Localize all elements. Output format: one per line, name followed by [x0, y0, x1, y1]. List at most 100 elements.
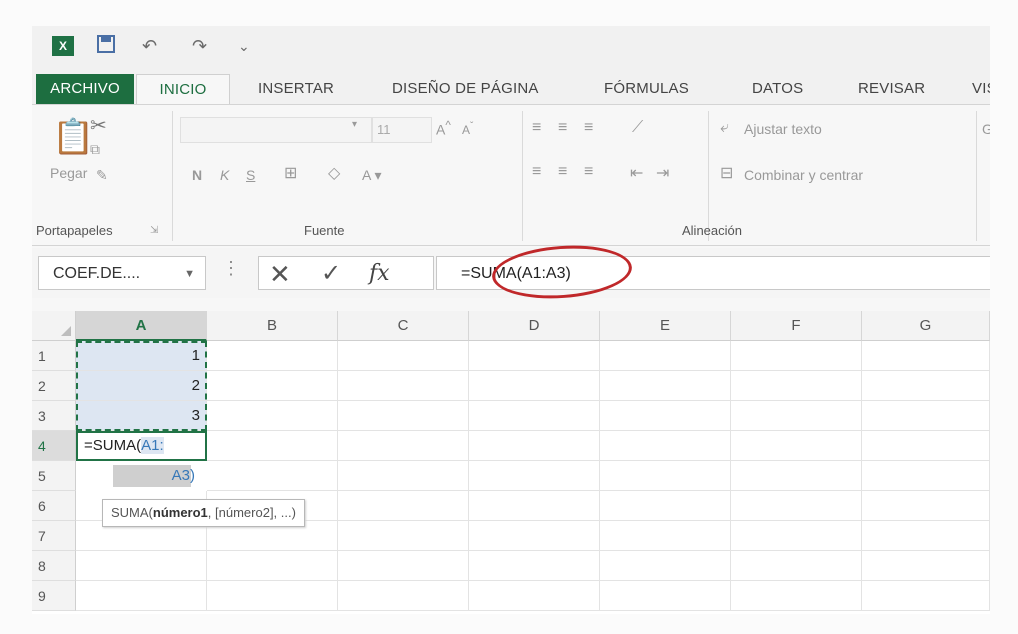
cell[interactable]: [600, 581, 731, 611]
wrap-text-icon[interactable]: ⤶: [720, 119, 729, 137]
row-header[interactable]: 2: [32, 371, 76, 401]
align-center-icon[interactable]: ≡: [558, 163, 567, 181]
cell[interactable]: [469, 371, 600, 401]
fill-color-icon[interactable]: ◇: [328, 163, 340, 183]
tab-diseno-pagina[interactable]: DISEÑO DE PÁGINA: [392, 74, 539, 104]
format-painter-icon[interactable]: ✎: [96, 167, 108, 184]
cell[interactable]: [731, 521, 862, 551]
cell[interactable]: [338, 551, 469, 581]
copy-icon[interactable]: ⧉: [90, 141, 100, 158]
cell[interactable]: [731, 581, 862, 611]
paste-icon[interactable]: 📋: [52, 117, 94, 157]
cell[interactable]: [731, 491, 862, 521]
cell[interactable]: [338, 581, 469, 611]
cell[interactable]: [207, 431, 338, 461]
name-box[interactable]: COEF.DE.... ▼: [38, 256, 206, 290]
cell[interactable]: [469, 401, 600, 431]
column-header[interactable]: G: [862, 311, 990, 341]
cell[interactable]: [469, 551, 600, 581]
font-color-icon[interactable]: A ▾: [362, 167, 381, 184]
row-header[interactable]: 4: [32, 431, 76, 461]
align-middle-icon[interactable]: ≡: [558, 119, 567, 137]
grow-font-icon[interactable]: A^: [436, 119, 451, 138]
row-header[interactable]: 6: [32, 491, 76, 521]
column-header[interactable]: D: [469, 311, 600, 341]
tab-insertar[interactable]: INSERTAR: [258, 74, 334, 104]
cell[interactable]: [207, 551, 338, 581]
column-header[interactable]: B: [207, 311, 338, 341]
font-size-box[interactable]: 11: [372, 117, 432, 143]
align-left-icon[interactable]: ≡: [532, 163, 541, 181]
save-icon[interactable]: [96, 34, 116, 60]
cell[interactable]: [338, 521, 469, 551]
cell[interactable]: [469, 491, 600, 521]
formula-bar-grip-icon[interactable]: ⋮: [222, 258, 240, 279]
tab-datos[interactable]: DATOS: [752, 74, 803, 104]
cell[interactable]: [862, 461, 990, 491]
column-header[interactable]: C: [338, 311, 469, 341]
cell[interactable]: [600, 551, 731, 581]
cell[interactable]: [600, 341, 731, 371]
cell[interactable]: [338, 431, 469, 461]
orientation-icon[interactable]: ⟋: [632, 119, 643, 137]
cell[interactable]: [731, 401, 862, 431]
column-header[interactable]: A: [76, 311, 207, 341]
row-header[interactable]: 1: [32, 341, 76, 371]
redo-icon[interactable]: ↷: [192, 34, 207, 58]
tab-revisar[interactable]: REVISAR: [858, 74, 925, 104]
merge-center-button[interactable]: Combinar y centrar: [744, 167, 863, 183]
cell[interactable]: [469, 341, 600, 371]
cell[interactable]: [338, 461, 469, 491]
italic-button[interactable]: K: [220, 167, 229, 183]
chevron-down-icon[interactable]: ▾: [352, 119, 357, 130]
cell[interactable]: [600, 521, 731, 551]
cell[interactable]: [862, 371, 990, 401]
cell[interactable]: [862, 341, 990, 371]
tab-vista[interactable]: VIS: [972, 74, 990, 104]
active-cell-editor[interactable]: =SUMA(A1:: [76, 431, 207, 461]
insert-function-button[interactable]: fx: [369, 257, 390, 291]
cell[interactable]: [731, 341, 862, 371]
decrease-indent-icon[interactable]: ⇤: [630, 163, 643, 183]
cell[interactable]: [731, 551, 862, 581]
cell[interactable]: [338, 341, 469, 371]
row-header[interactable]: 5: [32, 461, 76, 491]
cell[interactable]: [600, 431, 731, 461]
cell[interactable]: [207, 401, 338, 431]
cell[interactable]: [207, 581, 338, 611]
wrap-text-button[interactable]: Ajustar texto: [744, 121, 822, 137]
cell[interactable]: [862, 551, 990, 581]
row-header[interactable]: 7: [32, 521, 76, 551]
cell[interactable]: [338, 401, 469, 431]
cut-icon[interactable]: ✂: [90, 113, 107, 138]
row-header[interactable]: 3: [32, 401, 76, 431]
worksheet-grid[interactable]: A B C D E F G 1 2 3 4 5 6 7 8 9 1 2 3 =S…: [32, 311, 990, 614]
select-all-button[interactable]: [32, 311, 76, 341]
cell[interactable]: [862, 431, 990, 461]
font-name-box[interactable]: [180, 117, 372, 143]
cell[interactable]: [862, 491, 990, 521]
cell[interactable]: [600, 491, 731, 521]
underline-button[interactable]: S: [246, 167, 255, 183]
cell[interactable]: [207, 461, 338, 491]
cell[interactable]: [76, 581, 207, 611]
cell[interactable]: [600, 371, 731, 401]
align-bottom-icon[interactable]: ≡: [584, 119, 593, 137]
cell[interactable]: [731, 461, 862, 491]
cell[interactable]: [207, 371, 338, 401]
cell[interactable]: [862, 521, 990, 551]
cell[interactable]: [600, 461, 731, 491]
cell[interactable]: [862, 581, 990, 611]
align-top-icon[interactable]: ≡: [532, 119, 541, 137]
chevron-down-icon[interactable]: ▼: [184, 257, 195, 291]
bold-button[interactable]: N: [192, 167, 202, 183]
undo-icon[interactable]: ↶: [142, 34, 157, 58]
align-right-icon[interactable]: ≡: [584, 163, 593, 181]
cell[interactable]: [207, 341, 338, 371]
tab-formulas[interactable]: FÓRMULAS: [604, 74, 689, 104]
dialog-launcher-icon[interactable]: ⇲: [150, 225, 158, 236]
cancel-button[interactable]: ✕: [269, 257, 291, 291]
cell[interactable]: [469, 431, 600, 461]
cell[interactable]: [469, 461, 600, 491]
cell[interactable]: [731, 371, 862, 401]
